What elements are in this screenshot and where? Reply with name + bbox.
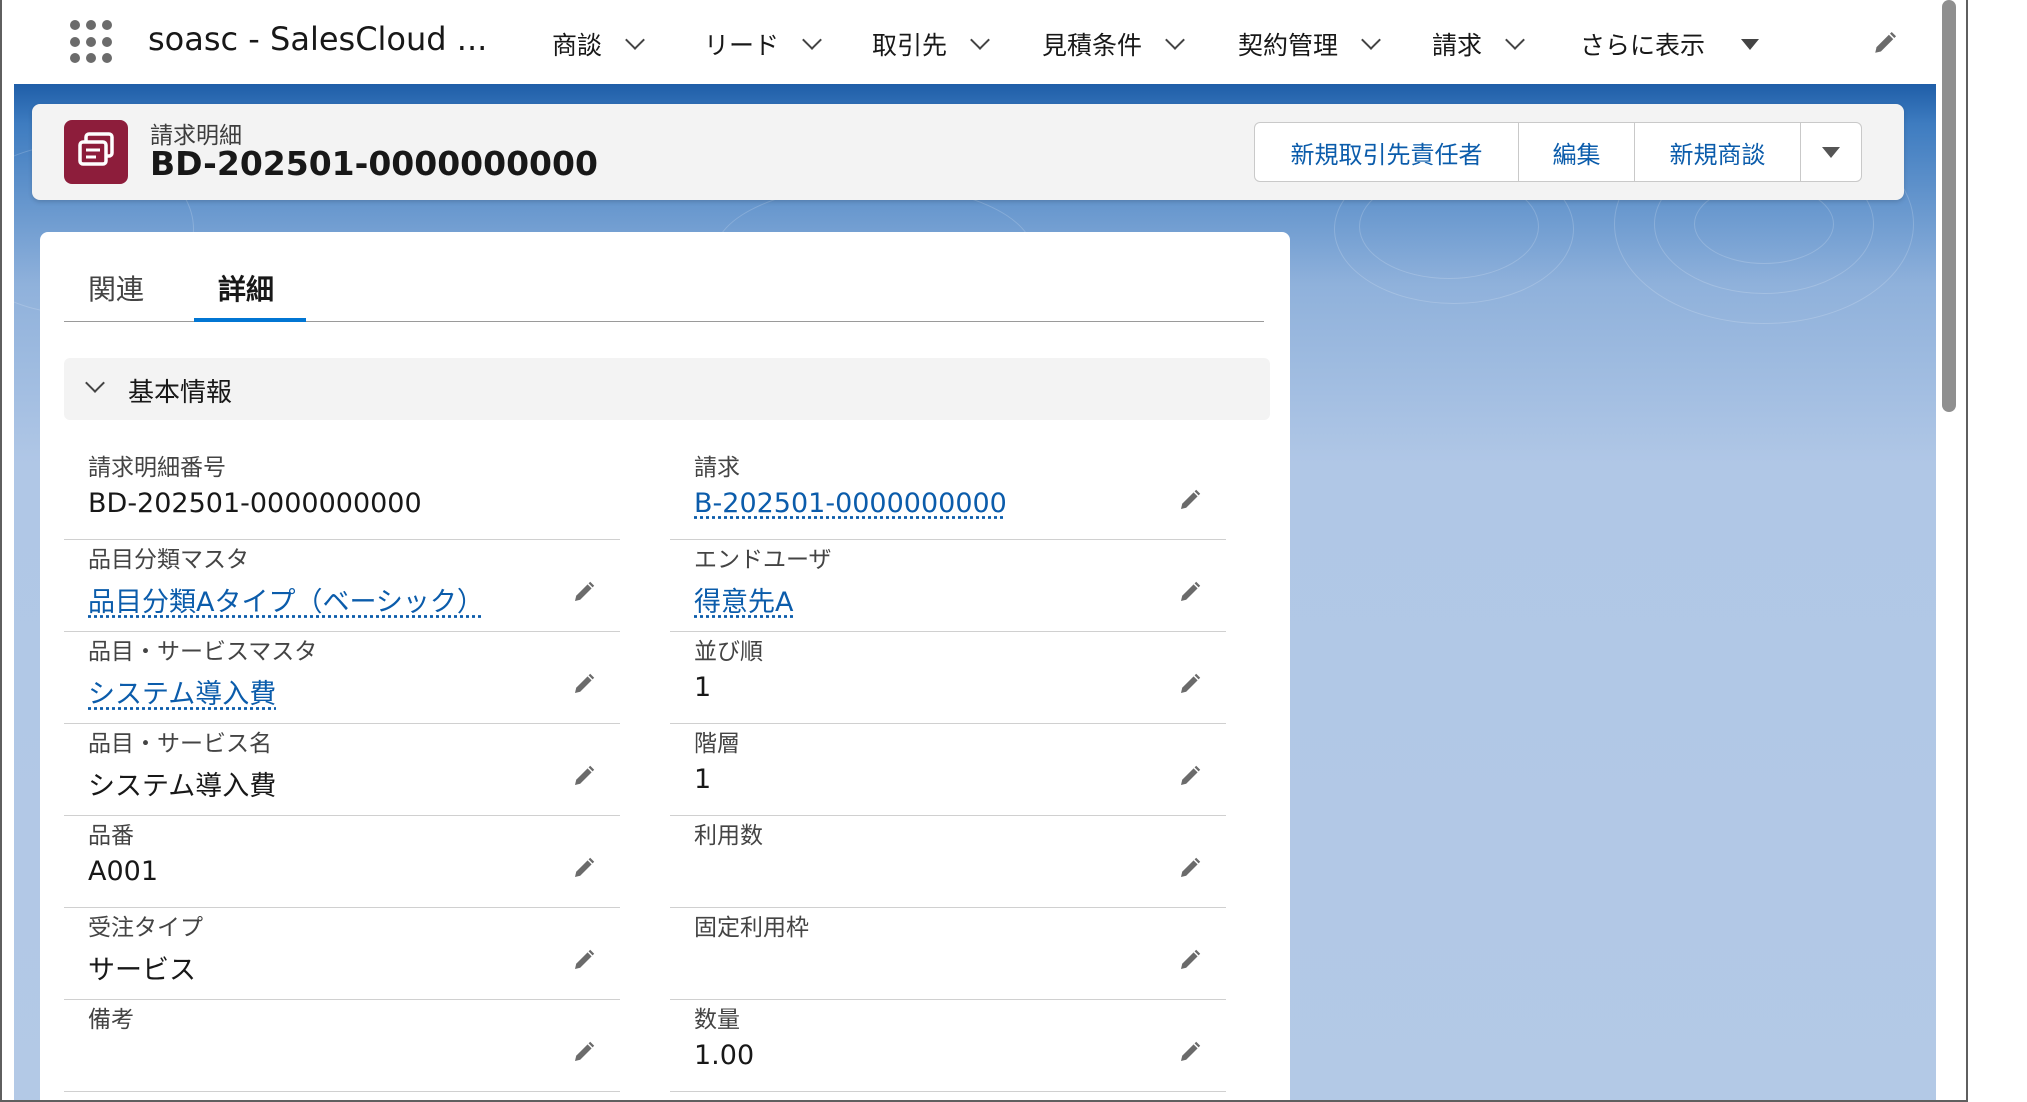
pencil-icon[interactable] [1178,580,1202,608]
field-label: 並び順 [694,639,763,665]
record-stack-icon [64,120,128,184]
chevron-down-icon[interactable] [1165,30,1185,50]
app-name: soasc - SalesCloud ... [148,20,488,58]
pencil-icon[interactable] [572,764,596,792]
field-item-service-name: 品目・サービス名 システム導入費 [64,724,620,816]
field-label: 品番 [88,823,134,849]
field-label: 受注タイプ [88,915,203,941]
field-label: 請求 [694,455,740,481]
field-label: 品目・サービス名 [88,731,272,757]
nav-item-label: リード [704,31,780,60]
field-label: 請求明細番号 [88,455,226,481]
field-link[interactable]: B-202501-0000000000 [694,488,1007,519]
record-tabs: 関連 詳細 [64,232,1264,322]
pencil-icon[interactable] [1178,948,1202,976]
pencil-icon[interactable] [572,580,596,608]
field-link[interactable]: 品目分類Aタイプ（ベーシック） [88,580,484,619]
chevron-down-icon[interactable] [85,373,105,393]
record-header: 請求明細 BD-202501-0000000000 新規取引先責任者 編集 新規… [32,104,1904,200]
field-value: BD-202501-0000000000 [88,488,422,519]
scrollbar-thumb[interactable] [1942,0,1956,412]
field-label: 数量 [694,1007,740,1033]
field-order-type: 受注タイプ サービス [64,908,620,1000]
tab-details[interactable]: 詳細 [218,268,274,308]
nav-item-label: 商談 [552,31,603,60]
new-contact-button[interactable]: 新規取引先責任者 [1255,123,1519,181]
active-tab-indicator [194,318,306,322]
nav-item-accounts[interactable]: 取引先 [872,26,990,62]
nav-item-quote-terms[interactable]: 見積条件 [1042,26,1185,62]
nav-item-more[interactable]: さらに表示 [1580,26,1760,62]
field-value: 1 [694,672,712,703]
section-header[interactable]: 基本情報 [64,358,1270,420]
field-billing-detail-number: 請求明細番号 BD-202501-0000000000 [64,448,620,540]
field-label: 品目・サービスマスタ [88,639,318,665]
chevron-down-icon[interactable] [1505,30,1525,50]
record-actions: 新規取引先責任者 編集 新規商談 [1254,122,1862,182]
field-item-number: 品番 A001 [64,816,620,908]
field-label: 品目分類マスタ [88,547,249,573]
more-actions-button[interactable] [1801,123,1861,181]
field-value: システム導入費 [88,771,277,802]
field-label: 階層 [694,731,740,757]
nav-item-opportunities[interactable]: 商談 [552,26,645,62]
field-value: サービス [88,955,196,986]
pencil-icon[interactable] [1178,672,1202,700]
field-label: 利用数 [694,823,763,849]
pencil-icon[interactable] [572,672,596,700]
tab-related[interactable]: 関連 [88,268,144,308]
field-value: 1 [694,764,712,795]
chevron-down-icon[interactable] [802,30,822,50]
edit-button[interactable]: 編集 [1519,123,1635,181]
field-item-category-master: 品目分類マスタ 品目分類Aタイプ（ベーシック） [64,540,620,632]
pencil-icon[interactable] [572,948,596,976]
pencil-icon[interactable] [1178,488,1202,516]
detail-card: 関連 詳細 基本情報 請求明細番号 BD-202501-0000000000 品… [40,232,1290,1100]
nav-item-label: 請求 [1432,31,1483,60]
record-title: BD-202501-0000000000 [150,144,598,183]
field-hierarchy: 階層 1 [670,724,1226,816]
field-sort-order: 並び順 1 [670,632,1226,724]
section-title: 基本情報 [128,378,233,408]
field-label: 備考 [88,1007,134,1033]
field-item-service-master: 品目・サービスマスタ システム導入費 [64,632,620,724]
dropdown-triangle-icon [1822,146,1840,158]
pencil-icon[interactable] [572,856,596,884]
pencil-icon[interactable] [1872,30,1898,60]
nav-item-label: 契約管理 [1238,31,1339,60]
field-fixed-usage-limit: 固定利用枠 [670,908,1226,1000]
field-billing: 請求 B-202501-0000000000 [670,448,1226,540]
field-usage-count: 利用数 [670,816,1226,908]
field-value: A001 [88,856,159,887]
pencil-icon[interactable] [1178,764,1202,792]
pencil-icon[interactable] [1178,856,1202,884]
nav-item-label: さらに表示 [1580,31,1706,60]
nav-item-label: 見積条件 [1042,31,1143,60]
field-remarks: 備考 [64,1000,620,1092]
field-link[interactable]: 得意先A [694,580,793,619]
nav-item-label: 取引先 [872,31,948,60]
field-end-user: エンドユーザ 得意先A [670,540,1226,632]
field-label: 固定利用枠 [694,915,809,941]
caret-down-icon[interactable] [1741,38,1760,50]
app-launcher-icon[interactable] [70,20,114,64]
nav-item-leads[interactable]: リード [704,26,822,62]
new-opportunity-button[interactable]: 新規商談 [1635,123,1801,181]
chevron-down-icon[interactable] [625,30,645,50]
nav-item-billing[interactable]: 請求 [1432,26,1525,62]
field-value: 1.00 [694,1040,755,1071]
nav-item-contracts[interactable]: 契約管理 [1238,26,1381,62]
chevron-down-icon[interactable] [1361,30,1381,50]
field-label: エンドユーザ [694,547,832,573]
chevron-down-icon[interactable] [970,30,990,50]
browser-frame: soasc - SalesCloud ... 商談 リード 取引先 見積条件 契… [0,0,1968,1102]
pencil-icon[interactable] [1178,1040,1202,1068]
field-link[interactable]: システム導入費 [88,672,276,711]
field-quantity: 数量 1.00 [670,1000,1226,1092]
global-nav: soasc - SalesCloud ... 商談 リード 取引先 見積条件 契… [14,0,1936,84]
pencil-icon[interactable] [572,1040,596,1068]
